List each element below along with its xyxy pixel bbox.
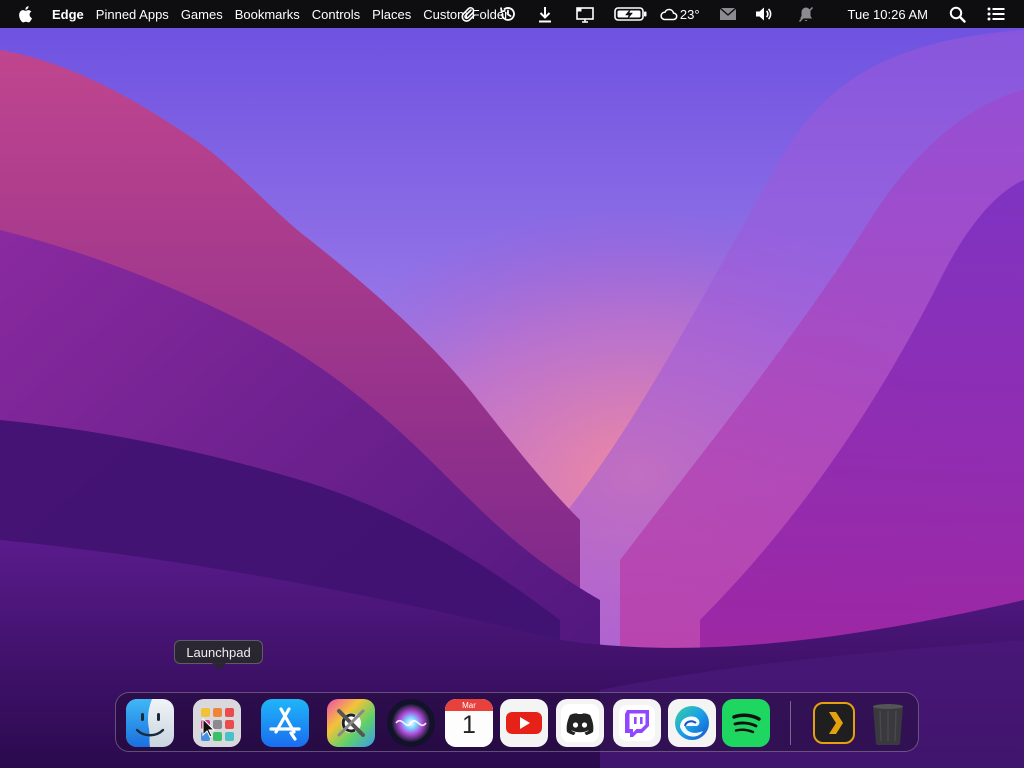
download-icon[interactable] [536,0,554,28]
app-store-icon[interactable] [261,699,309,747]
calendar-day: 1 [462,711,476,739]
launchpad-icon[interactable] [193,699,241,747]
weather-widget[interactable]: 23° [660,0,700,28]
twitch-icon[interactable] [613,699,661,747]
siri-icon[interactable] [387,699,435,747]
spotify-icon[interactable] [722,699,770,747]
finder-icon[interactable] [126,699,174,747]
history-icon[interactable] [498,0,518,28]
menu-item-controls[interactable]: Controls [312,7,360,22]
menu-bar-status-area: 23° Tue 10:26 AM [458,0,1024,28]
menu-clock[interactable]: Tue 10:26 AM [848,7,928,22]
dock-separator [790,701,791,745]
utilities-icon[interactable] [327,699,375,747]
search-icon[interactable] [948,0,966,28]
cloud-icon [660,8,678,21]
volume-icon[interactable] [754,0,774,28]
tooltip-arrow [212,663,226,670]
trash-icon[interactable] [864,699,912,747]
menu-item-places[interactable]: Places [372,7,411,22]
calendar-icon[interactable]: Mar 1 [445,699,493,747]
menu-bar: Edge Pinned Apps Games Bookmarks Control… [0,0,1024,28]
plex-icon[interactable] [810,699,858,747]
notifications-off-icon[interactable] [796,0,816,28]
display-icon[interactable] [574,0,596,28]
mail-icon[interactable] [718,0,738,28]
dock: Mar 1 [115,692,919,752]
menu-item-pinned-apps[interactable]: Pinned Apps [96,7,169,22]
discord-icon[interactable] [556,699,604,747]
calendar-month: Mar [462,701,476,710]
control-center-icon[interactable] [986,0,1006,28]
menu-bar-left: Edge Pinned Apps Games Bookmarks Control… [0,0,520,28]
youtube-icon[interactable] [500,699,548,747]
battery-charging-icon[interactable] [614,0,648,28]
apple-menu-icon[interactable] [18,5,36,23]
launchpad-tooltip: Launchpad [174,640,263,664]
edge-icon[interactable] [668,699,716,747]
menu-item-bookmarks[interactable]: Bookmarks [235,7,300,22]
menu-app-name[interactable]: Edge [52,7,84,22]
weather-temperature: 23° [679,6,700,22]
desktop-wallpaper [0,0,1024,768]
paperclip-icon[interactable] [458,0,478,28]
menu-item-games[interactable]: Games [181,7,223,22]
